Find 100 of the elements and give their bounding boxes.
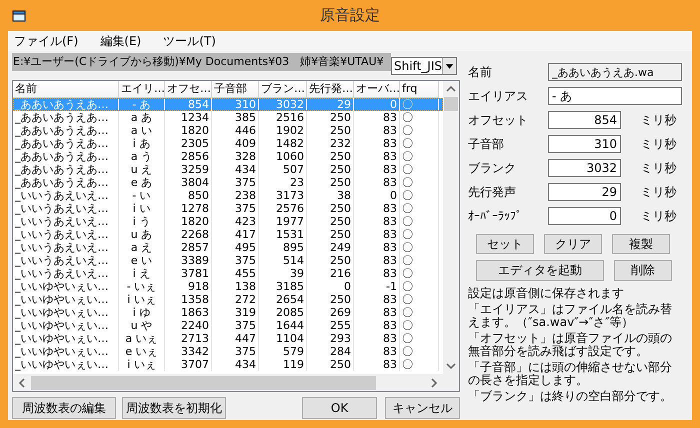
table-row[interactable]: _いいゆやいぇい… i いぇ 1358 272 2654 250 83 〇: [13, 293, 443, 306]
table-cell: 250: [307, 215, 354, 228]
table-cell: 83: [354, 176, 400, 189]
table-row[interactable]: _いいゆやいぇい… i ゆ 1863 319 2085 269 83 〇: [13, 306, 443, 319]
number-field[interactable]: 29: [548, 183, 621, 201]
table-row[interactable]: _いいゆやいぇい… e いぇ 3342 375 579 284 83 〇: [13, 345, 443, 358]
table-cell: 83: [354, 111, 400, 124]
action-button[interactable]: 削除: [614, 260, 672, 281]
table-cell: 375: [212, 254, 259, 267]
table-cell: 250: [307, 254, 354, 267]
table-cell: _いいうあえいえ…: [13, 228, 119, 241]
table-cell: _ああいあうえあ…: [13, 111, 119, 124]
table-cell: 250: [307, 150, 354, 163]
table-cell: 409: [212, 137, 259, 150]
table-row[interactable]: _いいうあえいえ… i い 1278 375 2576 250 83 〇: [13, 202, 443, 215]
scrollbar-thumb[interactable]: [444, 97, 458, 111]
table-cell: 319: [212, 306, 259, 319]
column-header[interactable]: 子音部: [212, 81, 259, 98]
menu-item[interactable]: ファイル(F): [14, 33, 78, 49]
table-cell: 216: [307, 267, 354, 280]
table-cell: 〇: [400, 345, 439, 358]
table-row[interactable]: _いいゆやいぇい… a いぇ 2713 447 1104 293 83 〇: [13, 332, 443, 345]
name-field[interactable]: _ああいあうえあ.wa: [548, 63, 682, 81]
table-cell: 83: [354, 202, 400, 215]
column-header[interactable]: 名前: [13, 81, 119, 98]
menu-item[interactable]: ツール(T): [163, 33, 216, 49]
number-field[interactable]: 854: [548, 111, 621, 129]
table-row[interactable]: _いいうあえいえ… i え 3781 455 39 216 83 〇: [13, 267, 443, 280]
column-header[interactable]: オフセ…: [165, 81, 212, 98]
table-cell: 2576: [259, 202, 307, 215]
table-row[interactable]: _いいゆやいぇい… i いぇ 3707 434 119 250 83 〇: [13, 358, 443, 371]
table-row[interactable]: _ああいあうえあ… a う 2856 328 1060 250 83 〇: [13, 150, 443, 163]
help-text: 「エイリアス」はファイル名を読み替えます。（″sa.wav″→″さ″等）: [468, 303, 673, 329]
table-cell: 250: [307, 228, 354, 241]
table-cell: _いいうあえいえ…: [13, 267, 119, 280]
table-row[interactable]: _ああいあうえあ… a あ 1234 385 2516 250 83 〇: [13, 111, 443, 124]
table-cell: 〇: [400, 254, 439, 267]
footer-button[interactable]: キャンセル: [385, 397, 460, 419]
table-cell: 83: [354, 319, 400, 332]
footer-button[interactable]: 周波数表を初期化: [122, 397, 226, 419]
table-cell: 0: [354, 98, 400, 111]
column-header[interactable]: ブラン…: [259, 81, 307, 98]
encoding-dropdown[interactable]: Shift_JIS: [391, 57, 457, 75]
table-cell: e あ: [119, 176, 165, 189]
number-field[interactable]: 0: [548, 207, 621, 225]
table-cell: _いいゆやいぇい…: [13, 306, 119, 319]
table-cell: 1358: [165, 293, 212, 306]
table-row[interactable]: _いいゆやいぇい… - いぇ 918 138 3185 0 -1 〇: [13, 280, 443, 293]
table-cell: 250: [307, 202, 354, 215]
table-cell: 2856: [165, 150, 212, 163]
table-row[interactable]: _いいゆやいぇい… u や 2240 375 1644 255 83 〇: [13, 319, 443, 332]
table-cell: 〇: [400, 202, 439, 215]
table-row[interactable]: _ああいあうえあ… u え 3259 434 507 250 83 〇: [13, 163, 443, 176]
action-button[interactable]: クリア: [544, 234, 602, 254]
table-cell: 446: [212, 124, 259, 137]
column-header[interactable]: オーバ…: [354, 81, 400, 98]
scroll-left-icon[interactable]: [17, 376, 27, 388]
table-cell: i いぇ: [119, 293, 165, 306]
field-label: ブランク: [468, 160, 517, 176]
table-cell: 1104: [259, 332, 307, 345]
table-cell: i あ: [119, 137, 165, 150]
footer-button[interactable]: 周波数表の編集: [12, 397, 116, 419]
table-row[interactable]: _ああいあうえあ… i あ 2305 409 1482 232 83 〇: [13, 137, 443, 150]
table-row[interactable]: _いいうあえいえ… u あ 2268 417 1531 250 83 〇: [13, 228, 443, 241]
action-button[interactable]: エディタを起動: [476, 260, 604, 281]
table-row[interactable]: _ああいあうえあ… a い 1820 446 1902 250 83 〇: [13, 124, 443, 137]
table-cell: 〇: [400, 306, 439, 319]
help-text: 「オフセット」は原音ファイルの頭の無音部分を読み飛ばす設定です。: [468, 332, 673, 358]
table-cell: 250: [307, 111, 354, 124]
table-cell: 〇: [400, 124, 439, 137]
table-cell: 83: [354, 267, 400, 280]
number-field[interactable]: 310: [548, 135, 621, 153]
table-cell: 1902: [259, 124, 307, 137]
table-row[interactable]: _ああいあうえあ… e あ 3804 375 23 250 83 〇: [13, 176, 443, 189]
action-button[interactable]: 複製: [612, 234, 670, 254]
table-row[interactable]: _いいうあえいえ… - い 850 238 3173 38 0 〇: [13, 189, 443, 202]
table-cell: 〇: [400, 176, 439, 189]
table-cell: 434: [212, 358, 259, 371]
column-header[interactable]: frq: [400, 81, 439, 98]
table-cell: 2516: [259, 111, 307, 124]
unit-label: ミリ秒: [640, 136, 678, 152]
table-cell: _いいゆやいぇい…: [13, 332, 119, 345]
table-cell: 83: [354, 345, 400, 358]
table-cell: _いいゆやいぇい…: [13, 358, 119, 371]
column-header[interactable]: エイリ…: [119, 81, 165, 98]
alias-field[interactable]: - あ: [548, 87, 682, 105]
action-button[interactable]: セット: [476, 234, 534, 254]
table-row[interactable]: _いいうあえいえ… i う 1820 423 1977 250 83 〇: [13, 215, 443, 228]
table-cell: 〇: [400, 241, 439, 254]
table-row[interactable]: _いいうあえいえ… a え 2857 495 895 249 83 〇: [13, 241, 443, 254]
table-cell: 375: [212, 176, 259, 189]
scroll-right-icon[interactable]: [429, 376, 439, 388]
footer-button[interactable]: OK: [302, 397, 378, 419]
scrollbar-thumb[interactable]: [31, 376, 376, 390]
menu-item[interactable]: 編集(E): [100, 33, 142, 49]
column-header[interactable]: 先行発…: [307, 81, 354, 98]
table-cell: 〇: [400, 215, 439, 228]
number-field[interactable]: 3032: [548, 159, 621, 177]
table-cell: 328: [212, 150, 259, 163]
table-row[interactable]: _いいうあえいえ… e い 3389 375 514 250 83 〇: [13, 254, 443, 267]
